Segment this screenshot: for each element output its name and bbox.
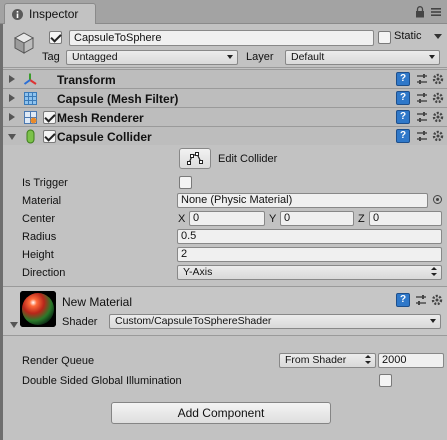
foldout-arrow-icon[interactable] (8, 134, 16, 140)
gear-icon[interactable] (431, 110, 445, 124)
preset-sliders-icon[interactable] (416, 111, 428, 124)
preset-sliders-icon[interactable] (416, 130, 428, 143)
preset-sliders-icon[interactable] (416, 92, 428, 105)
tab-inspector-label: Inspector (29, 7, 79, 21)
chevron-down-icon (227, 55, 233, 59)
center-y-label: Y (269, 213, 277, 225)
transform-axes-icon (23, 73, 37, 85)
center-x-label: X (178, 213, 186, 225)
double-sided-gi-label: Double Sided Global Illumination (22, 375, 182, 387)
gameobject-active-checkbox[interactable] (49, 31, 62, 44)
edit-collider-label: Edit Collider (218, 153, 278, 165)
component-title: Mesh Renderer (57, 111, 144, 125)
capsule-collider-icon (26, 129, 35, 144)
tag-label: Tag (42, 51, 60, 63)
gear-icon[interactable] (431, 129, 445, 143)
layer-label: Layer (246, 51, 274, 63)
physic-material-field[interactable]: None (Physic Material) (177, 193, 428, 208)
chevron-up-icon (365, 355, 371, 358)
height-field[interactable]: 2 (177, 247, 442, 262)
chevron-up-icon (431, 267, 437, 270)
component-enabled-checkbox[interactable] (43, 130, 56, 143)
tab-bar: Inspector (0, 0, 447, 24)
center-y-field[interactable]: 0 (280, 211, 354, 226)
gear-icon[interactable] (430, 293, 444, 307)
separator (3, 335, 447, 336)
edit-collider-icon (187, 152, 203, 165)
center-z-label: Z (358, 213, 365, 225)
object-picker-icon[interactable] (433, 195, 442, 204)
shader-dropdown-value: Custom/CapsuleToSphereShader (115, 315, 272, 327)
component-title: Transform (57, 73, 116, 87)
gear-icon[interactable] (431, 72, 445, 86)
chevron-down-icon (430, 319, 436, 323)
layer-dropdown[interactable]: Default (285, 50, 440, 65)
is-trigger-label: Is Trigger (22, 177, 68, 189)
material-name: New Material (62, 295, 133, 309)
material-label: Material (22, 195, 62, 207)
center-x-field[interactable]: 0 (189, 211, 265, 226)
component-transform[interactable]: Transform ? (3, 69, 447, 88)
static-checkbox[interactable] (378, 31, 391, 44)
direction-dropdown-value: Y-Axis (183, 266, 213, 278)
render-queue-label: Render Queue (22, 355, 95, 367)
shader-dropdown[interactable]: Custom/CapsuleToSphereShader (109, 314, 441, 329)
tag-dropdown-value: Untagged (72, 51, 118, 63)
preset-sliders-icon[interactable] (416, 73, 428, 86)
component-title: Capsule (Mesh Filter) (57, 92, 179, 106)
direction-dropdown[interactable]: Y-Axis (177, 265, 442, 280)
center-z-field[interactable]: 0 (369, 211, 442, 226)
component-enabled-checkbox[interactable] (43, 111, 56, 124)
chevron-down-icon (365, 361, 371, 364)
help-book-icon[interactable]: ? (396, 110, 410, 124)
static-label: Static (394, 30, 422, 42)
edit-collider-button[interactable] (179, 148, 211, 169)
chevron-down-icon (429, 55, 435, 59)
foldout-arrow-icon[interactable] (9, 94, 15, 102)
foldout-arrow-icon[interactable] (9, 75, 15, 83)
static-dropdown-arrow-icon[interactable] (434, 34, 442, 39)
gameobject-header: CapsuleToSphere Static Tag Untagged Laye… (3, 24, 447, 68)
foldout-arrow-icon[interactable] (9, 113, 15, 121)
help-book-icon[interactable]: ? (396, 293, 410, 307)
center-label: Center (22, 213, 56, 225)
component-mesh-filter[interactable]: Capsule (Mesh Filter) ? (3, 88, 447, 107)
height-label: Height (22, 249, 54, 261)
layer-dropdown-value: Default (291, 51, 325, 63)
gear-icon[interactable] (431, 91, 445, 105)
mesh-filter-grid-icon (24, 92, 37, 105)
tab-inspector[interactable]: Inspector (4, 3, 96, 24)
add-component-button[interactable]: Add Component (111, 402, 331, 424)
component-mesh-renderer[interactable]: Mesh Renderer ? (3, 107, 447, 126)
info-icon (12, 8, 23, 20)
material-preview-sphere-icon (20, 291, 56, 327)
chevron-down-icon (431, 273, 437, 276)
tag-dropdown[interactable]: Untagged (66, 50, 238, 65)
double-sided-gi-checkbox[interactable] (379, 374, 392, 387)
radius-label: Radius (22, 231, 57, 243)
radius-field[interactable]: 0.5 (177, 229, 442, 244)
kebab-menu-icon[interactable] (431, 7, 441, 17)
shader-label: Shader (62, 316, 98, 328)
cube-icon (13, 32, 35, 54)
mesh-renderer-icon (24, 111, 37, 124)
render-queue-mode-value: From Shader (285, 354, 347, 366)
help-book-icon[interactable]: ? (396, 91, 410, 105)
inspector-window: Inspector CapsuleToSphere Static Tag Unt… (0, 0, 447, 440)
gameobject-name-field[interactable]: CapsuleToSphere (69, 30, 374, 46)
help-book-icon[interactable]: ? (396, 129, 410, 143)
preset-sliders-icon[interactable] (415, 294, 427, 307)
is-trigger-checkbox[interactable] (179, 176, 192, 189)
lock-icon[interactable] (415, 6, 425, 18)
component-title: Capsule Collider (57, 130, 152, 144)
component-capsule-collider[interactable]: Capsule Collider ? (3, 126, 447, 145)
render-queue-mode-dropdown[interactable]: From Shader (279, 353, 376, 368)
render-queue-field[interactable]: 2000 (378, 353, 444, 368)
material-preview-sphere-art (20, 291, 56, 327)
help-book-icon[interactable]: ? (396, 72, 410, 86)
foldout-arrow-icon[interactable] (10, 322, 18, 328)
direction-label: Direction (22, 267, 66, 279)
